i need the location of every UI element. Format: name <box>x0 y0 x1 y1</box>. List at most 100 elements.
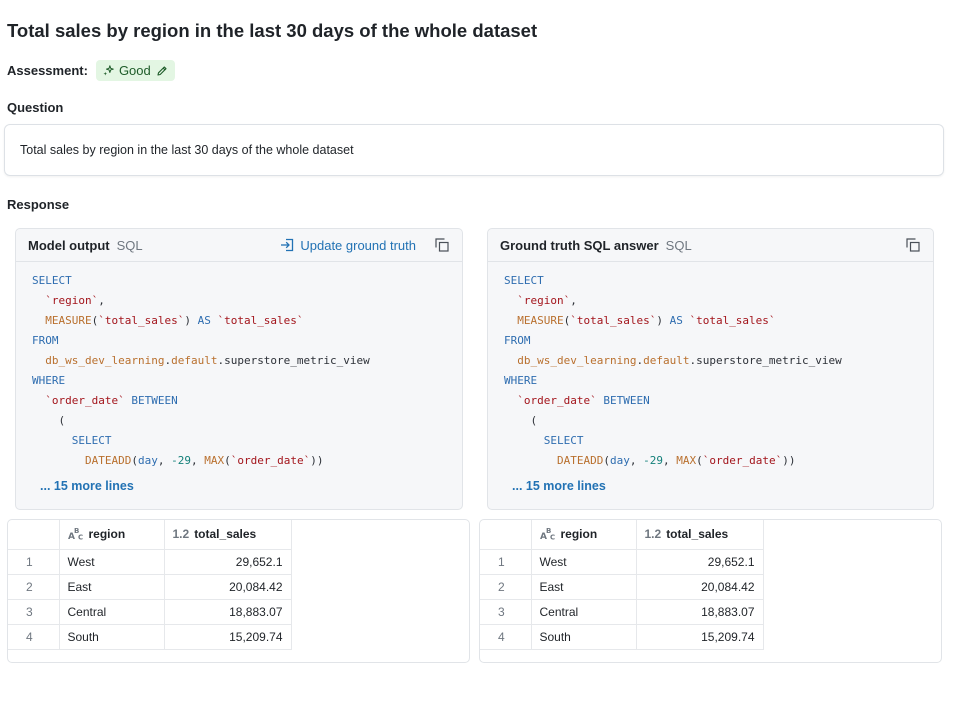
pencil-icon[interactable] <box>156 65 168 77</box>
cell-region: Central <box>59 599 165 625</box>
ground-truth-lang: SQL <box>665 237 692 253</box>
copy-model-sql-button[interactable] <box>434 237 450 253</box>
table-row[interactable]: 4 South 15,209.74 <box>8 624 292 650</box>
question-text: Total sales by region in the last 30 day… <box>20 143 354 157</box>
sql-punct: ( <box>224 454 231 467</box>
sql-identifier: `order_date` <box>702 454 783 467</box>
sql-punct: , <box>629 454 644 467</box>
sql-keyword: SELECT <box>504 274 544 287</box>
import-arrow-icon <box>281 238 294 252</box>
column-header-total-sales[interactable]: 1.2 total_sales <box>164 520 292 550</box>
cell-total-sales: 20,084.42 <box>636 574 764 600</box>
model-output-header: Model output SQL Update ground truth <box>16 229 462 262</box>
cell-total-sales: 15,209.74 <box>636 624 764 650</box>
sql-function: MEASURE <box>45 314 92 327</box>
sql-keyword: FROM <box>504 334 531 347</box>
sql-function: MAX <box>676 454 697 467</box>
row-index: 1 <box>480 549 532 575</box>
cell-total-sales: 18,883.07 <box>164 599 292 625</box>
cell-total-sales: 29,652.1 <box>164 549 292 575</box>
sql-keyword: AS <box>197 314 211 327</box>
sql-function: DATEADD <box>84 454 132 467</box>
cell-total-sales: 15,209.74 <box>164 624 292 650</box>
model-output-lang: SQL <box>116 237 143 253</box>
cell-region: West <box>59 549 165 575</box>
abc-type-icon: A B C <box>68 527 83 541</box>
assessment-label: Assessment: <box>7 63 88 78</box>
copy-ground-truth-sql-button[interactable] <box>905 237 921 253</box>
table-row[interactable]: 1 West 29,652.1 <box>480 549 764 575</box>
cell-region: South <box>531 624 637 650</box>
cell-total-sales: 20,084.42 <box>164 574 292 600</box>
sql-punct: )) <box>310 454 324 467</box>
ground-truth-result-table: A B C region 1.2 total_sales 1 West 29,652.… <box>480 520 764 650</box>
sql-punct: ) <box>184 314 191 327</box>
page-title: Total sales by region in the last 30 day… <box>7 20 538 41</box>
sql-schema: default <box>643 354 690 367</box>
model-result-table: A B C region 1.2 total_sales 1 West 29,652.… <box>8 520 292 650</box>
sql-function: DATEADD <box>556 454 604 467</box>
table-row[interactable]: 2 East 20,084.42 <box>480 574 764 600</box>
sql-punct: ( <box>58 414 66 427</box>
sql-identifier: `total_sales` <box>570 314 657 327</box>
sql-punct: ( <box>131 454 138 467</box>
column-header-total-sales[interactable]: 1.2 total_sales <box>636 520 764 550</box>
model-sql-code: SELECT `region`, MEASURE(`total_sales`) … <box>16 262 462 471</box>
sql-keyword: FROM <box>32 334 59 347</box>
sql-keyword: day <box>137 454 158 467</box>
row-index: 4 <box>8 624 60 650</box>
svg-text:C: C <box>550 534 555 541</box>
column-header-region[interactable]: A B C region <box>59 520 165 550</box>
table-row[interactable]: 3 Central 18,883.07 <box>8 599 292 625</box>
cell-total-sales: 18,883.07 <box>636 599 764 625</box>
cell-region: South <box>59 624 165 650</box>
svg-text:C: C <box>78 534 83 541</box>
copy-icon <box>906 238 920 252</box>
sql-table: .superstore_metric_view <box>689 354 842 367</box>
row-index: 4 <box>480 624 532 650</box>
decimal-type-icon: 1.2 <box>644 527 662 542</box>
model-more-lines-link[interactable]: ... 15 more lines <box>40 479 134 493</box>
sql-keyword: WHERE <box>32 374 66 387</box>
row-index: 3 <box>8 599 60 625</box>
ground-truth-title: Ground truth SQL answer <box>500 237 659 253</box>
ground-truth-card: Ground truth SQL answer SQL SELECT `regi… <box>487 228 934 510</box>
question-label: Question <box>7 100 64 115</box>
sql-keyword: AS <box>669 314 683 327</box>
column-header-region[interactable]: A B C region <box>531 520 637 550</box>
sql-keyword: day <box>609 454 630 467</box>
table-row[interactable]: 3 Central 18,883.07 <box>480 599 764 625</box>
update-ground-truth-button[interactable]: Update ground truth <box>280 238 416 253</box>
sql-number: -29 <box>171 454 191 467</box>
sql-keyword: WHERE <box>504 374 538 387</box>
assessment-badge[interactable]: Good <box>95 60 175 81</box>
table-row[interactable]: 2 East 20,084.42 <box>8 574 292 600</box>
sql-schema: default <box>171 354 218 367</box>
cell-total-sales: 29,652.1 <box>636 549 764 575</box>
table-row[interactable]: 1 West 29,652.1 <box>8 549 292 575</box>
assessment-value: Good <box>118 63 151 78</box>
row-index: 3 <box>480 599 532 625</box>
sql-identifier: `order_date` <box>45 394 125 407</box>
sparkle-icon <box>103 65 114 76</box>
index-header <box>8 520 60 550</box>
sql-punct: , <box>570 294 577 307</box>
sql-identifier: `region` <box>517 294 571 307</box>
table-header-row: A B C region 1.2 total_sales <box>8 520 292 550</box>
ground-truth-sql-code: SELECT `region`, MEASURE(`total_sales`) … <box>488 262 933 471</box>
cell-region: Central <box>531 599 637 625</box>
sql-punct: , <box>190 454 205 467</box>
sql-keyword: SELECT <box>543 434 584 447</box>
table-row[interactable]: 4 South 15,209.74 <box>480 624 764 650</box>
sql-catalog: db_ws_dev_learning <box>45 354 165 367</box>
copy-icon <box>435 238 449 252</box>
cell-region: East <box>531 574 637 600</box>
sql-punct: , <box>98 294 105 307</box>
sql-punct: , <box>157 454 172 467</box>
column-header-label: total_sales <box>194 527 257 542</box>
column-header-label: total_sales <box>666 527 729 542</box>
sql-identifier: `total_sales` <box>98 314 185 327</box>
sql-keyword: SELECT <box>32 274 72 287</box>
ground-truth-more-lines-link[interactable]: ... 15 more lines <box>512 479 606 493</box>
sql-keyword: SELECT <box>71 434 112 447</box>
